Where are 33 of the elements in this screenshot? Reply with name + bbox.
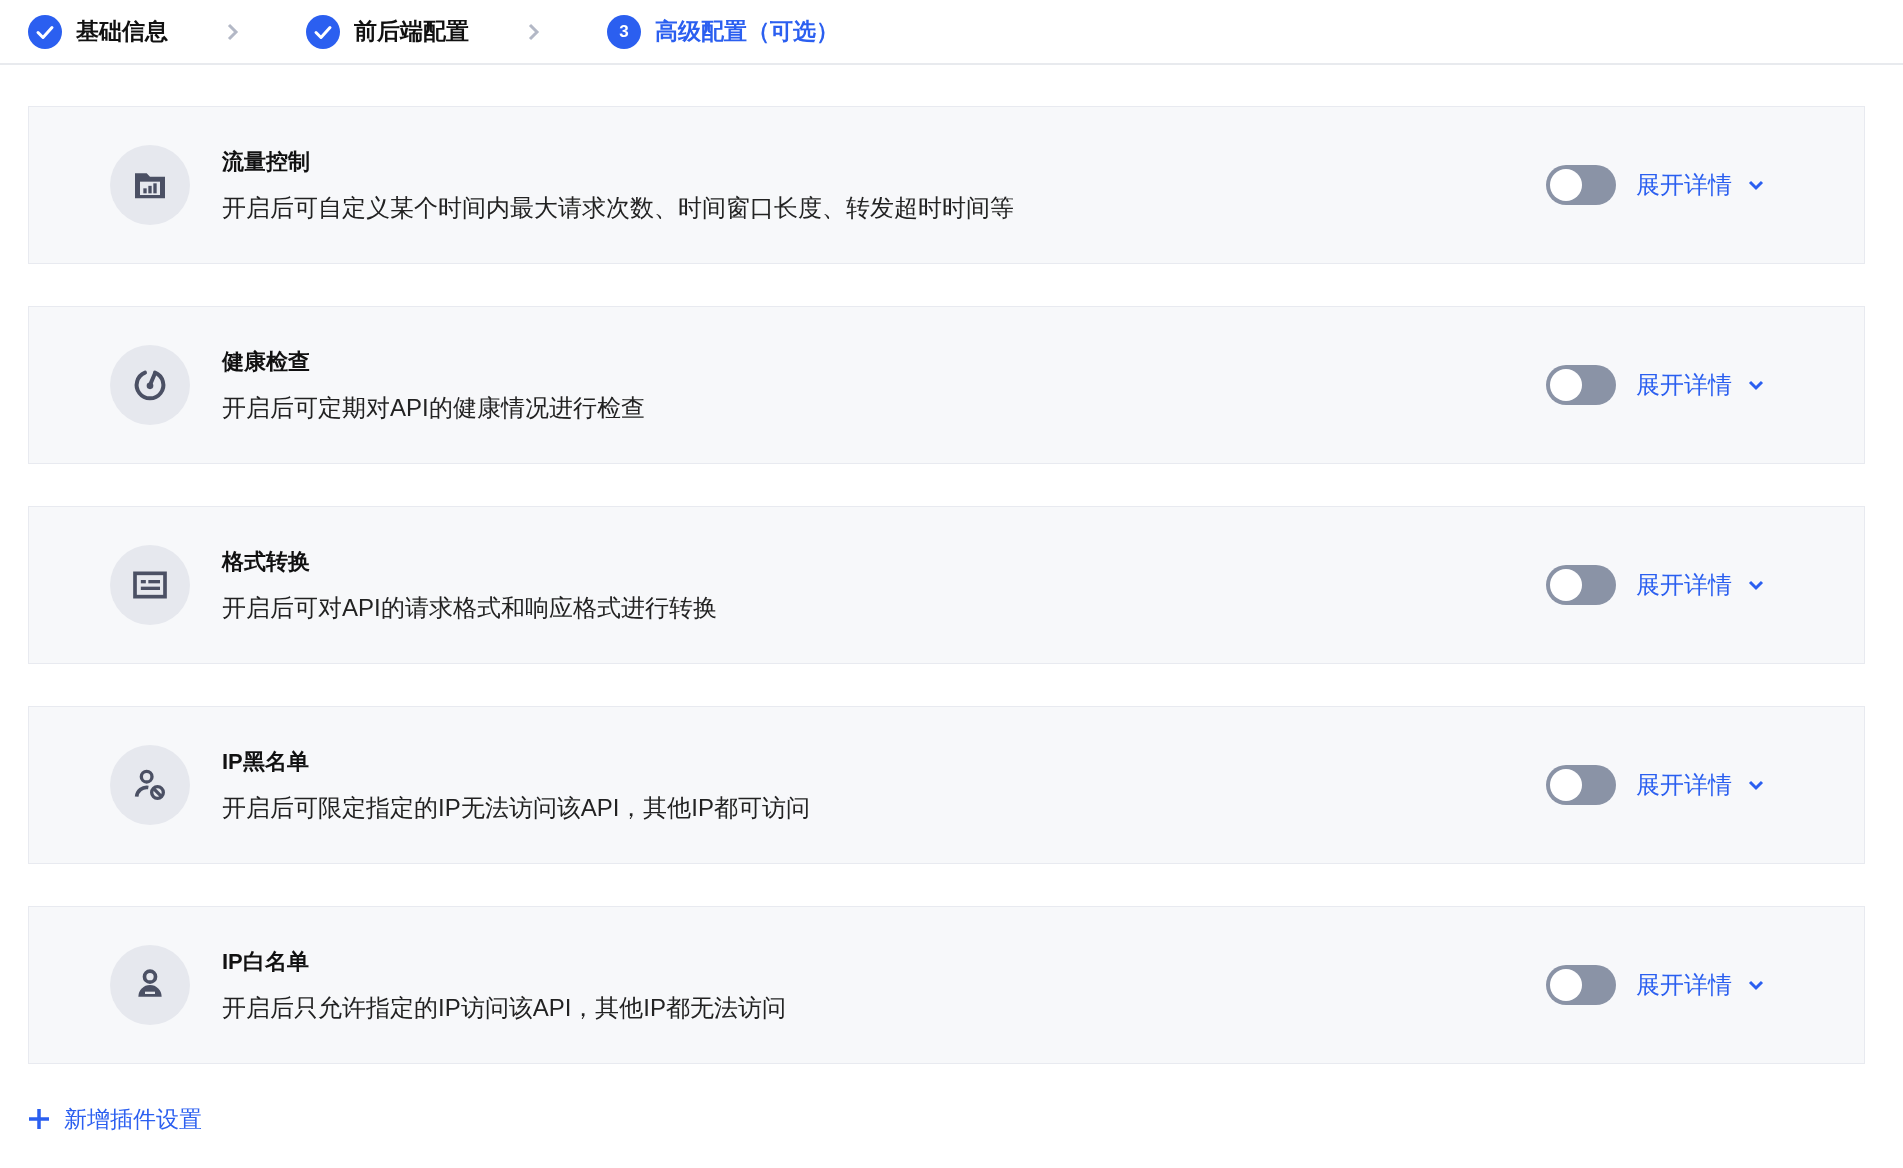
expand-details-link[interactable]: 展开详情 xyxy=(1636,567,1764,603)
plugin-title: 流量控制 xyxy=(222,147,311,176)
plugin-description: 开启后只允许指定的IP访问该API，其他IP都无法访问 xyxy=(222,992,788,1023)
expand-details-link[interactable]: 展开详情 xyxy=(1636,767,1764,803)
chevron-down-icon xyxy=(1748,179,1764,191)
step-label[interactable]: 高级配置（可选） xyxy=(655,14,839,49)
step-label[interactable]: 前后端配置 xyxy=(354,14,469,49)
step-number: 3 xyxy=(607,14,641,49)
expand-details-link[interactable]: 展开详情 xyxy=(1636,367,1764,403)
plugin-description: 开启后可对API的请求格式和响应格式进行转换 xyxy=(222,592,718,623)
plugin-description: 开启后可限定指定的IP无法访问该API，其他IP都可访问 xyxy=(222,792,812,823)
plus-icon xyxy=(28,1108,50,1131)
plugin-title: 健康检查 xyxy=(222,347,311,376)
plugin-description: 开启后可自定义某个时间内最大请求次数、时间窗口长度、转发超时时间等 xyxy=(222,192,1015,223)
expand-details-link[interactable]: 展开详情 xyxy=(1636,167,1764,203)
plugin-title: 格式转换 xyxy=(222,547,311,576)
step-label[interactable]: 基础信息 xyxy=(76,14,168,49)
plugin-title: IP黑名单 xyxy=(222,747,310,776)
toggle-switch[interactable] xyxy=(1546,165,1616,205)
plugin-title: IP白名单 xyxy=(222,947,310,976)
chevron-down-icon xyxy=(1748,979,1764,991)
chevron-down-icon xyxy=(1748,779,1764,791)
toggle-switch[interactable] xyxy=(1546,565,1616,605)
plugin-description: 开启后可定期对API的健康情况进行检查 xyxy=(222,392,646,423)
add-plugin-button[interactable]: 新增插件设置 xyxy=(28,1102,202,1137)
chevron-down-icon xyxy=(1748,579,1764,591)
toggle-switch[interactable] xyxy=(1546,965,1616,1005)
chevron-down-icon xyxy=(1748,379,1764,391)
chevron-right-icon xyxy=(226,21,240,42)
toggle-switch[interactable] xyxy=(1546,765,1616,805)
chevron-right-icon xyxy=(527,21,541,42)
expand-details-link[interactable]: 展开详情 xyxy=(1636,967,1764,1003)
toggle-switch[interactable] xyxy=(1546,365,1616,405)
